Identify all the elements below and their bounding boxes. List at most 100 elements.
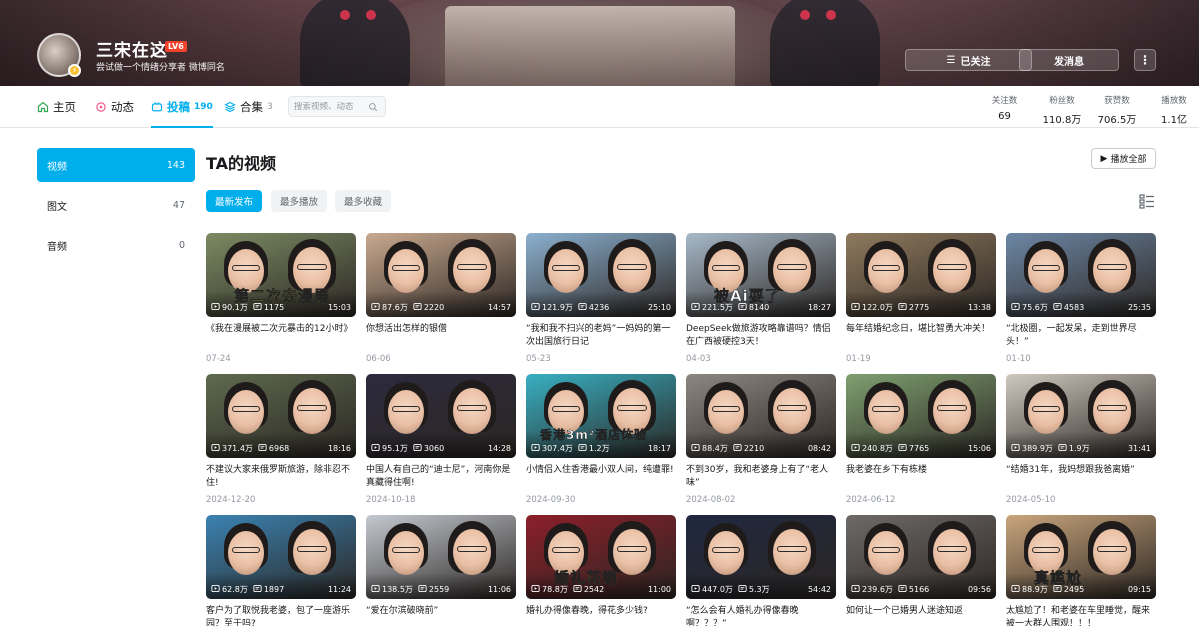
sort-most-played[interactable]: 最多播放 bbox=[271, 190, 328, 212]
video-thumbnail[interactable]: 239.6万 5166 09:56 bbox=[846, 515, 996, 599]
video-title[interactable]: 不到30岁，我和老婆身上有了“老人味” bbox=[686, 464, 836, 490]
video-card[interactable]: 87.6万 2220 14:57 你想活出怎样的银僧 06-06 bbox=[366, 233, 516, 364]
video-card[interactable]: 第二次去漫展 90.1万 1175 15:03 《我在漫展被二次元暴击的12小时》 07-… bbox=[206, 233, 356, 364]
play-all-button[interactable]: ▶ 播放全部 bbox=[1091, 148, 1156, 169]
video-card[interactable]: 香港3m²酒店体验 307.4万 1.2万 18:17 小情侣入住香港最小双人间，纯遭罪… bbox=[526, 374, 676, 505]
video-title[interactable]: 不建议大家来俄罗斯旅游，除非忍不住! bbox=[206, 464, 356, 490]
video-thumbnail[interactable]: 第二次去漫展 90.1万 1175 15:03 bbox=[206, 233, 356, 317]
video-title[interactable]: 我老婆在乡下有栋楼 bbox=[846, 464, 996, 490]
video-title[interactable]: 婚礼办得像春晚，得花多少钱? bbox=[526, 605, 676, 626]
video-card[interactable]: 婚礼花销 78.8万 2542 11:00 婚礼办得像春晚，得花多少钱? bbox=[526, 515, 676, 626]
video-card[interactable]: 122.0万 2775 13:38 每年结婚纪念日，堪比智勇大冲关！ 01-19 bbox=[846, 233, 996, 364]
video-thumbnail[interactable]: 447.0万 5.3万 54:42 bbox=[686, 515, 836, 599]
video-date: 06-06 bbox=[366, 354, 391, 364]
list-view-icon[interactable] bbox=[1139, 193, 1155, 209]
thumb-figure bbox=[1028, 390, 1064, 434]
video-thumbnail[interactable]: 62.8万 1897 11:24 bbox=[206, 515, 356, 599]
tab-uploads[interactable]: 投稿 190 bbox=[151, 86, 213, 128]
video-thumbnail[interactable]: 389.9万 1.9万 31:41 bbox=[1006, 374, 1156, 458]
search-icon[interactable] bbox=[368, 102, 378, 112]
video-title[interactable]: 小情侣入住香港最小双人间，纯遭罪! bbox=[526, 464, 676, 490]
thumb-figure bbox=[293, 529, 331, 575]
video-card[interactable]: 95.1万 3060 14:28 中国人有自己的“迪士尼”，河南你是真藏得住啊! 202… bbox=[366, 374, 516, 505]
menu-icon: ☰ bbox=[946, 54, 956, 66]
video-title[interactable]: “结婚31年，我妈想跟我爸离婚” bbox=[1006, 464, 1156, 490]
video-title[interactable]: “北极圈，一起发呆，走到世界尽头！” bbox=[1006, 323, 1156, 349]
video-thumbnail[interactable]: 240.8万 7765 15:06 bbox=[846, 374, 996, 458]
tab-dynamic[interactable]: 动态 bbox=[95, 86, 134, 128]
danmaku-count: 2495 bbox=[1053, 584, 1084, 595]
video-card[interactable]: 371.4万 6968 18:16 不建议大家来俄罗斯旅游，除非忍不住! 2024-12… bbox=[206, 374, 356, 505]
play-count-value: 122.0万 bbox=[862, 303, 893, 312]
video-title[interactable]: 中国人有自己的“迪士尼”，河南你是真藏得住啊! bbox=[366, 464, 516, 490]
thumb-figure bbox=[453, 388, 491, 434]
video-card[interactable]: 88.4万 2210 08:42 不到30岁，我和老婆身上有了“老人味” 2024-08… bbox=[686, 374, 836, 505]
sidebar-item-article[interactable]: 图文 47 bbox=[37, 188, 195, 222]
video-thumbnail[interactable]: 婚礼花销 78.8万 2542 11:00 bbox=[526, 515, 676, 599]
video-title[interactable]: 如何让一个已婚男人迷途知返 bbox=[846, 605, 996, 626]
video-thumbnail[interactable]: 87.6万 2220 14:57 bbox=[366, 233, 516, 317]
video-date: 05-23 bbox=[526, 354, 551, 364]
video-card[interactable]: 真尴尬 88.9万 2495 09:15 太尴尬了！和老婆在车里睡觉，醒来被一大群人围观… bbox=[1006, 515, 1156, 626]
thumb-figure bbox=[228, 531, 264, 575]
video-title[interactable]: 你想活出怎样的银僧 bbox=[366, 323, 516, 349]
play-count: 88.9万 bbox=[1011, 584, 1048, 595]
play-count-icon bbox=[371, 302, 382, 313]
play-count: 371.4万 bbox=[211, 443, 253, 454]
video-thumbnail[interactable]: 被Ai耍了 221.5万 8140 18:27 bbox=[686, 233, 836, 317]
video-card[interactable]: 240.8万 7765 15:06 我老婆在乡下有栋楼 2024-06-12 bbox=[846, 374, 996, 505]
video-duration: 14:57 bbox=[487, 303, 511, 312]
sort-latest[interactable]: 最新发布 bbox=[206, 190, 263, 212]
play-count: 78.8万 bbox=[531, 584, 568, 595]
video-title[interactable]: 客户为了取悦我老婆，包了一座游乐园？至于吗? bbox=[206, 605, 356, 626]
video-card[interactable]: 121.9万 4236 25:10 “我和我不扫兴的老妈”一妈妈的第一次出国旅行日记 0… bbox=[526, 233, 676, 364]
stat-fans[interactable]: 粉丝数 110.8万 bbox=[1032, 94, 1092, 126]
sidebar-item-audio[interactable]: 音频 0 bbox=[37, 228, 195, 262]
video-title[interactable]: “我和我不扫兴的老妈”一妈妈的第一次出国旅行日记 bbox=[526, 323, 676, 349]
video-duration: 54:42 bbox=[807, 585, 831, 594]
message-button[interactable]: 发消息 bbox=[1019, 49, 1119, 71]
video-card[interactable]: 被Ai耍了 221.5万 8140 18:27 DeepSeek做旅游攻略靠谱吗？情侣在… bbox=[686, 233, 836, 364]
danmaku-icon bbox=[898, 584, 909, 595]
more-button[interactable]: ⋮ bbox=[1134, 49, 1156, 71]
play-count-icon bbox=[691, 584, 702, 595]
stat-following[interactable]: 关注数 69 bbox=[982, 94, 1027, 126]
danmaku-count: 2542 bbox=[573, 584, 604, 595]
video-stats: 371.4万 6968 18:16 bbox=[211, 443, 351, 454]
thumb-figure bbox=[297, 264, 327, 270]
video-thumbnail[interactable]: 95.1万 3060 14:28 bbox=[366, 374, 516, 458]
follow-button[interactable]: ☰ 已关注 bbox=[905, 49, 1032, 71]
video-thumbnail[interactable]: 371.4万 6968 18:16 bbox=[206, 374, 356, 458]
video-card[interactable]: 389.9万 1.9万 31:41 “结婚31年，我妈想跟我爸离婚” 2024-05-1… bbox=[1006, 374, 1156, 505]
video-thumbnail[interactable]: 香港3m²酒店体验 307.4万 1.2万 18:17 bbox=[526, 374, 676, 458]
video-title[interactable]: 太尴尬了！和老婆在车里睡觉，醒来被一大群人围观！！！ bbox=[1006, 605, 1156, 626]
sidebar-item-video[interactable]: 视频 143 bbox=[37, 148, 195, 182]
video-title[interactable]: “爱在尔滨破晓前” bbox=[366, 605, 516, 626]
video-thumbnail[interactable]: 真尴尬 88.9万 2495 09:15 bbox=[1006, 515, 1156, 599]
video-card[interactable]: 62.8万 1897 11:24 客户为了取悦我老婆，包了一座游乐园？至于吗? bbox=[206, 515, 356, 626]
video-thumbnail[interactable]: 122.0万 2775 13:38 bbox=[846, 233, 996, 317]
danmaku-count: 3060 bbox=[413, 443, 444, 454]
tab-home[interactable]: 主页 bbox=[37, 86, 76, 128]
video-title[interactable]: DeepSeek做旅游攻略靠谱吗？情侣在广西被硬控3天！ bbox=[686, 323, 836, 349]
sort-most-favorited[interactable]: 最多收藏 bbox=[335, 190, 392, 212]
video-title[interactable]: 每年结婚纪念日，堪比智勇大冲关！ bbox=[846, 323, 996, 349]
tab-collections[interactable]: 合集 3 bbox=[224, 86, 273, 128]
video-thumbnail[interactable]: 88.4万 2210 08:42 bbox=[686, 374, 836, 458]
danmaku-icon bbox=[738, 302, 749, 313]
video-card[interactable]: 138.5万 2559 11:06 “爱在尔滨破晓前” bbox=[366, 515, 516, 626]
search-input[interactable] bbox=[294, 101, 368, 112]
video-card[interactable]: 75.6万 4583 25:35 “北极圈，一起发呆，走到世界尽头！” 01-10 bbox=[1006, 233, 1156, 364]
thumb-figure bbox=[552, 406, 580, 412]
video-title[interactable]: “怎么会有人婚礼办得像春晚啊？？？” bbox=[686, 605, 836, 626]
video-card[interactable]: 447.0万 5.3万 54:42 “怎么会有人婚礼办得像春晚啊？？？” bbox=[686, 515, 836, 626]
danmaku-count: 5166 bbox=[898, 584, 929, 595]
video-thumbnail[interactable]: 75.6万 4583 25:35 bbox=[1006, 233, 1156, 317]
video-title[interactable]: 《我在漫展被二次元暴击的12小时》 bbox=[206, 323, 356, 349]
video-thumbnail[interactable]: 138.5万 2559 11:06 bbox=[366, 515, 516, 599]
stat-value: 110.8万 bbox=[1042, 115, 1082, 126]
video-card[interactable]: 239.6万 5166 09:56 如何让一个已婚男人迷途知返 bbox=[846, 515, 996, 626]
thumb-figure bbox=[1032, 265, 1060, 271]
danmaku-count: 4583 bbox=[1053, 302, 1084, 313]
video-thumbnail[interactable]: 121.9万 4236 25:10 bbox=[526, 233, 676, 317]
